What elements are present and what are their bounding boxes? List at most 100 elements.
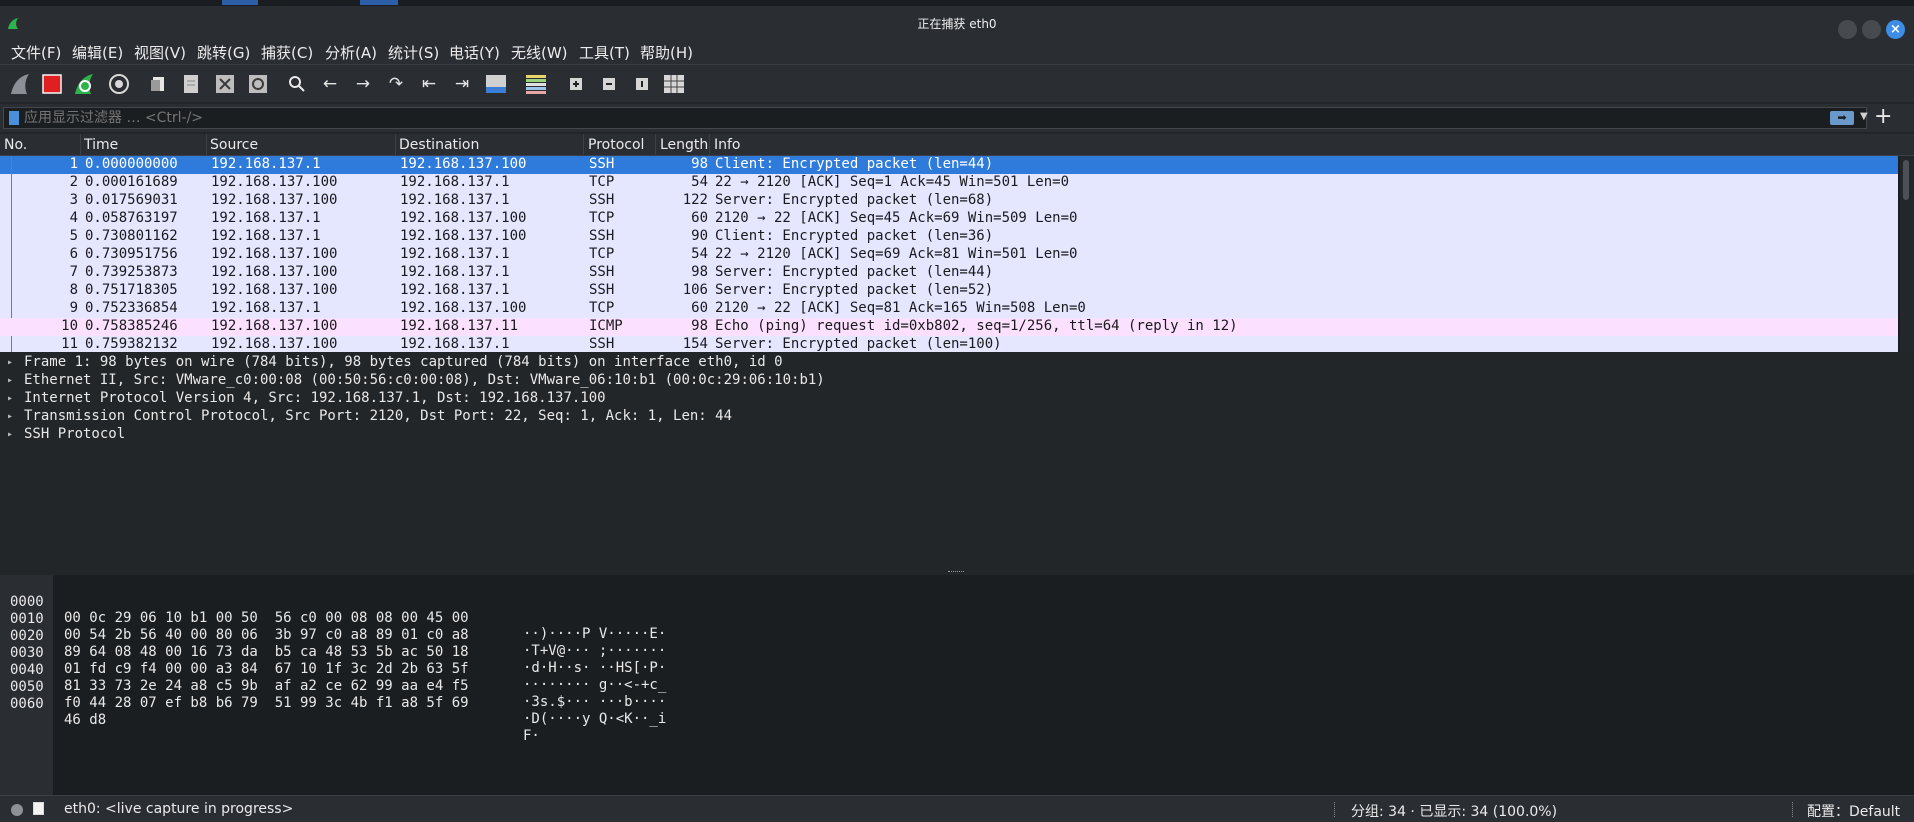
packet-row[interactable]: 2 0.000161689 192.168.137.100 192.168.13… <box>0 174 1898 192</box>
bytes-hex[interactable]: 89 64 08 48 00 16 73 da b5 ca 48 53 5b a… <box>64 644 469 660</box>
zoom-out-button[interactable] <box>596 71 622 97</box>
menu-telephony[interactable]: 电话(Y) <box>449 42 500 63</box>
capture-comment-icon[interactable] <box>33 802 44 815</box>
start-capture-button[interactable] <box>7 71 33 97</box>
packet-length: 60 <box>691 300 708 316</box>
column-header-protocol[interactable]: Protocol <box>588 137 644 153</box>
detail-tree-item[interactable]: ▸ Transmission Control Protocol, Src Por… <box>0 408 1914 426</box>
minimize-button[interactable] <box>1838 20 1857 39</box>
display-filter-input[interactable] <box>24 108 1804 128</box>
open-file-button[interactable] <box>145 71 171 97</box>
go-back-button[interactable]: ← <box>317 71 343 97</box>
bytes-ascii[interactable]: ··)····P V·····E· <box>523 626 666 642</box>
auto-scroll-button[interactable] <box>483 71 509 97</box>
column-header-info[interactable]: Info <box>714 137 741 153</box>
menu-capture[interactable]: 捕获(C) <box>261 42 313 63</box>
expand-arrow-icon[interactable]: ▸ <box>7 408 13 426</box>
packet-time: 0.017569031 <box>85 192 178 208</box>
profile-status[interactable]: 配置：Default <box>1807 801 1900 821</box>
menu-help[interactable]: 帮助(H) <box>640 42 693 63</box>
column-separator[interactable] <box>206 134 207 156</box>
go-forward-button[interactable]: → <box>350 71 376 97</box>
reload-file-button[interactable] <box>245 71 271 97</box>
bytes-ascii[interactable]: ·3s.$··· ···b···· <box>523 694 666 710</box>
go-first-button[interactable]: ⇤ <box>416 71 442 97</box>
bytes-ascii[interactable]: ·T+V@··· ;······· <box>523 643 666 659</box>
column-separator[interactable] <box>583 134 584 156</box>
packet-row[interactable]: 9 0.752336854 192.168.137.1 192.168.137.… <box>0 300 1898 318</box>
packet-row[interactable]: 1 0.000000000 192.168.137.1 192.168.137.… <box>0 156 1898 174</box>
close-file-button[interactable] <box>212 71 238 97</box>
filter-history-dropdown[interactable]: ▼ <box>1860 111 1868 122</box>
detail-tree-item[interactable]: ▸ Ethernet II, Src: VMware_c0:00:08 (00:… <box>0 372 1914 390</box>
packet-list-scrollbar[interactable] <box>1900 156 1914 352</box>
bytes-hex[interactable]: 01 fd c9 f4 00 00 a3 84 67 10 1f 3c 2d 2… <box>64 661 469 677</box>
bytes-hex[interactable]: 00 54 2b 56 40 00 80 06 3b 97 c0 a8 89 0… <box>64 627 469 643</box>
colorize-button[interactable] <box>523 71 549 97</box>
column-separator[interactable] <box>80 134 81 156</box>
apply-filter-button[interactable]: ➡ <box>1830 111 1854 125</box>
stop-capture-button[interactable] <box>39 71 65 97</box>
bookmark-icon[interactable] <box>9 111 19 125</box>
menu-go[interactable]: 跳转(G) <box>197 42 250 63</box>
expand-arrow-icon[interactable]: ▸ <box>7 372 13 390</box>
menu-wireless[interactable]: 无线(W) <box>511 42 568 63</box>
detail-tree-item[interactable]: ▸ SSH Protocol <box>0 426 1914 444</box>
restart-capture-button[interactable] <box>71 71 97 97</box>
zoom-in-button[interactable] <box>563 71 589 97</box>
menu-tools[interactable]: 工具(T) <box>579 42 630 63</box>
packet-row[interactable]: 4 0.058763197 192.168.137.1 192.168.137.… <box>0 210 1898 228</box>
packet-row[interactable]: 3 0.017569031 192.168.137.100 192.168.13… <box>0 192 1898 210</box>
column-header-destination[interactable]: Destination <box>399 137 479 153</box>
packet-destination: 192.168.137.11 <box>400 318 519 334</box>
packet-row[interactable]: 7 0.739253873 192.168.137.100 192.168.13… <box>0 264 1898 282</box>
packet-info: Server: Encrypted packet (len=52) <box>715 282 994 298</box>
column-header-length[interactable]: Length <box>660 137 708 153</box>
capture-options-button[interactable] <box>106 71 132 97</box>
menu-analyze[interactable]: 分析(A) <box>325 42 377 63</box>
packet-row[interactable]: 8 0.751718305 192.168.137.100 192.168.13… <box>0 282 1898 300</box>
column-header-no[interactable]: No. <box>4 137 27 153</box>
reload-file-icon <box>249 75 267 93</box>
go-to-packet-button[interactable]: ↷ <box>383 71 409 97</box>
bytes-ascii[interactable]: ········ g··<-+c_ <box>523 677 666 693</box>
detail-tree-item[interactable]: ▸ Frame 1: 98 bytes on wire (784 bits), … <box>0 354 1914 372</box>
column-separator[interactable] <box>655 134 656 156</box>
bytes-ascii[interactable]: ·d·H··s· ··HS[·P· <box>523 660 666 676</box>
maximize-button[interactable] <box>1862 20 1881 39</box>
packet-row[interactable]: 11 0.759382132 192.168.137.100 192.168.1… <box>0 336 1898 352</box>
packet-protocol: SSH <box>589 264 615 280</box>
bytes-hex[interactable]: f0 44 28 07 ef b8 b6 79 51 99 3c 4b f1 a… <box>64 695 469 711</box>
bytes-hex[interactable]: 46 d8 <box>64 712 106 728</box>
expand-arrow-icon[interactable]: ▸ <box>7 390 13 408</box>
menu-edit[interactable]: 编辑(E) <box>72 42 123 63</box>
normal-size-button[interactable] <box>629 71 655 97</box>
expand-arrow-icon[interactable]: ▸ <box>7 354 13 372</box>
resize-columns-button[interactable] <box>661 71 687 97</box>
menu-view[interactable]: 视图(V) <box>134 42 186 63</box>
expert-info-indicator-icon[interactable] <box>11 804 23 816</box>
bytes-hex[interactable]: 00 0c 29 06 10 b1 00 50 56 c0 00 08 08 0… <box>64 610 469 626</box>
packet-row[interactable]: 6 0.730951756 192.168.137.100 192.168.13… <box>0 246 1898 264</box>
detail-tree-item[interactable]: ▸ Internet Protocol Version 4, Src: 192.… <box>0 390 1914 408</box>
packet-row[interactable]: 5 0.730801162 192.168.137.1 192.168.137.… <box>0 228 1898 246</box>
close-window-button[interactable]: × <box>1886 20 1905 39</box>
zoom-out-icon <box>603 78 615 90</box>
save-file-button[interactable] <box>178 71 204 97</box>
bytes-ascii[interactable]: ·D(····y Q·<K··_i <box>523 711 666 727</box>
menu-statistics[interactable]: 统计(S) <box>388 42 439 63</box>
scrollbar-thumb[interactable] <box>1903 160 1909 200</box>
go-last-button[interactable]: ⇥ <box>449 71 475 97</box>
bytes-hex[interactable]: 81 33 73 2e 24 a8 c5 9b af a2 ce 62 99 a… <box>64 678 469 694</box>
packet-row[interactable]: 10 0.758385246 192.168.137.100 192.168.1… <box>0 318 1898 336</box>
column-header-time[interactable]: Time <box>84 137 118 153</box>
expand-arrow-icon[interactable]: ▸ <box>7 426 13 444</box>
splitter-grip-icon[interactable] <box>948 571 964 573</box>
column-header-source[interactable]: Source <box>210 137 258 153</box>
menu-file[interactable]: 文件(F) <box>11 42 61 63</box>
column-separator[interactable] <box>709 134 710 156</box>
find-packet-button[interactable] <box>284 71 310 97</box>
add-filter-button[interactable]: + <box>1874 105 1892 129</box>
bytes-ascii[interactable]: F· <box>523 728 540 744</box>
column-separator[interactable] <box>395 134 396 156</box>
